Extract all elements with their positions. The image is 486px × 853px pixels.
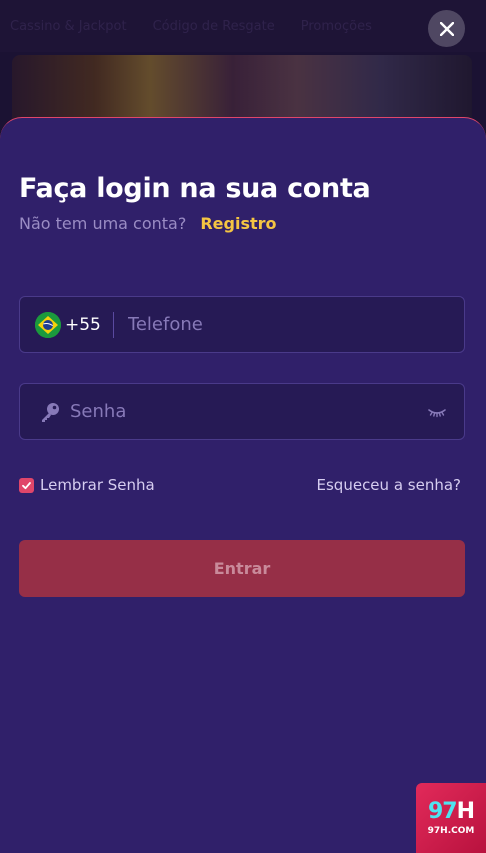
forgot-password-link[interactable]: Esqueceu a senha? (317, 476, 461, 494)
close-icon (439, 21, 454, 36)
close-button[interactable] (428, 10, 465, 47)
no-account-text: Não tem uma conta? (19, 214, 187, 233)
login-button[interactable]: Entrar (19, 540, 465, 597)
background-nav-item: Promoções (300, 18, 372, 34)
country-code[interactable]: +55 (65, 311, 114, 338)
checkmark-icon (22, 481, 31, 489)
badge-number: 97 (427, 799, 458, 824)
page-title: Faça login na sua conta (19, 173, 371, 204)
key-icon (42, 402, 59, 422)
badge-letter: H (456, 799, 475, 824)
password-input[interactable] (61, 384, 427, 439)
badge-logo: 97H (427, 799, 475, 824)
phone-input[interactable] (113, 297, 464, 352)
remember-label: Lembrar Senha (40, 476, 155, 494)
phone-field[interactable]: +55 (19, 296, 465, 353)
background-nav: Cassino & Jackpot Código de Resgate Prom… (0, 0, 486, 52)
password-field[interactable] (19, 383, 465, 440)
remember-checkbox[interactable] (19, 477, 34, 493)
brand-badge: 97H 97H.COM (416, 783, 486, 853)
badge-domain: 97H.COM (427, 826, 475, 836)
eye-closed-icon[interactable] (427, 405, 447, 419)
register-link[interactable]: Registro (200, 214, 276, 233)
login-sheet: Faça login na sua conta Não tem uma cont… (0, 117, 486, 853)
background-nav-item: Código de Resgate (152, 18, 275, 34)
brazil-flag-icon (35, 311, 61, 338)
remember-password[interactable]: Lembrar Senha (19, 476, 155, 494)
register-prompt: Não tem uma conta? Registro (19, 214, 277, 233)
background-nav-item: Cassino & Jackpot (10, 18, 127, 34)
